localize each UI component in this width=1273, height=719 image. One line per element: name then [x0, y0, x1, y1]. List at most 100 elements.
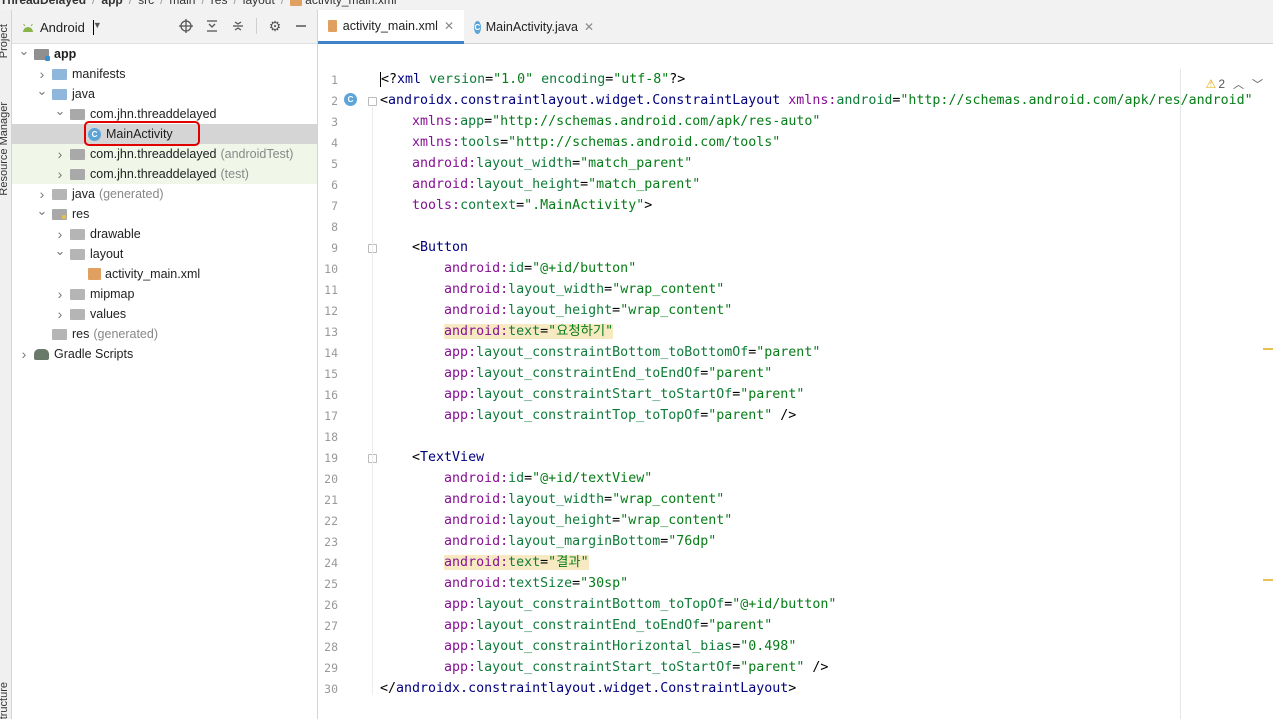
breadcrumb-item[interactable]: activity_main.xml [305, 0, 396, 7]
project-tool-tab[interactable]: Project [0, 24, 10, 58]
code-token: encoding [541, 72, 606, 87]
class-link-icon[interactable]: C [344, 93, 357, 106]
locate-file-icon[interactable] [178, 18, 194, 34]
left-tool-strip: Project Resource Manager Structure [0, 10, 12, 719]
generated-folder-icon [52, 328, 67, 340]
structure-tool-tab[interactable]: Structure [0, 682, 10, 719]
error-stripe-mark[interactable] [1263, 348, 1273, 350]
collapse-all-icon[interactable] [230, 18, 246, 34]
expand-all-icon[interactable] [204, 18, 220, 34]
chevron-up-icon[interactable]: ︿ [1233, 76, 1244, 92]
code-token: tools [460, 135, 501, 150]
project-view-selector[interactable]: Android ▼ [22, 20, 102, 35]
line-number: 28 [324, 640, 338, 654]
code-token: version [429, 72, 486, 87]
tree-item-label: java [72, 187, 95, 201]
breadcrumb-item[interactable]: ThreadDelayed [0, 0, 86, 7]
tree-item[interactable]: › manifests [12, 64, 317, 84]
tree-item[interactable]: ⌄ app [12, 43, 317, 64]
code-area[interactable]: <?xml version="1.0" encoding="utf-8"?> <a… [380, 69, 1260, 719]
resource-manager-tool-tab[interactable]: Resource Manager [0, 102, 10, 196]
code-token: android: [444, 261, 509, 276]
tree-item[interactable]: › com.jhn.threaddelayed (androidTest) [12, 144, 317, 164]
breadcrumb-item[interactable]: main [169, 0, 195, 7]
code-line: xmlns:tools="http://schemas.android.com/… [380, 132, 780, 153]
tree-item[interactable]: › com.jhn.threaddelayed (test) [12, 164, 317, 184]
folder-icon [70, 308, 85, 320]
code-token: android: [412, 177, 477, 192]
tree-item[interactable]: › java (generated) [12, 184, 317, 204]
code-line: app:layout_constraintStart_toStartOf="pa… [380, 657, 828, 678]
chevron-right-icon[interactable]: › [36, 186, 48, 202]
tree-item[interactable]: ⌄ java [12, 83, 317, 104]
breadcrumb-item[interactable]: src [138, 0, 154, 7]
gear-icon[interactable]: ⚙ [267, 18, 283, 34]
code-token: "http://schemas.android.com/apk/res/andr… [900, 93, 1253, 108]
tree-item[interactable]: › drawable [12, 224, 317, 244]
tree-item[interactable]: ⌄ com.jhn.threaddelayed [12, 103, 317, 124]
fold-guide [372, 254, 373, 422]
tree-item[interactable]: ›res(generated) [12, 324, 317, 344]
code-line: android:layout_marginBottom="76dp" [380, 531, 716, 552]
code-token: layout_height [508, 303, 613, 318]
chevron-right-icon[interactable]: › [54, 166, 66, 182]
line-number: 4 [331, 136, 338, 150]
code-token: > [788, 681, 797, 696]
tree-item[interactable]: ›activity_main.xml [12, 264, 317, 284]
chevron-down-icon[interactable]: ﹀ [1252, 76, 1263, 92]
tree-item-label: com.jhn.threaddelayed [90, 167, 217, 181]
tab-activity-main-xml[interactable]: activity_main.xml ✕ [318, 10, 464, 44]
close-icon[interactable]: ✕ [584, 20, 594, 34]
chevron-right-icon[interactable]: › [36, 66, 48, 82]
code-line: tools:context=".MainActivity"> [380, 195, 652, 216]
code-token: = [604, 492, 613, 507]
inspection-widget[interactable]: ⚠ 2 ︿ ﹀ [1206, 76, 1263, 92]
tab-mainactivity-java[interactable]: C MainActivity.java ✕ [464, 10, 604, 44]
chevron-down-icon[interactable]: ⌄ [36, 203, 48, 219]
chevron-right-icon[interactable]: › [54, 286, 66, 302]
chevron-right-icon[interactable]: › [54, 306, 66, 322]
code-line: android:textSize="30sp" [380, 573, 628, 594]
tree-item-label: layout [90, 247, 124, 261]
chevron-right-icon[interactable]: › [54, 146, 66, 162]
code-token: layout_width [508, 282, 605, 297]
fold-marker-icon[interactable] [368, 97, 377, 106]
code-line: android:layout_width="wrap_content" [380, 279, 724, 300]
tree-item-label: Gradle Scripts [54, 347, 134, 361]
code-line: app:layout_constraintBottom_toBottomOf="… [380, 342, 820, 363]
class-icon: C [474, 20, 481, 34]
code-token: layout_constraintEnd_toEndOf [476, 366, 701, 381]
breadcrumb-item[interactable]: res [211, 0, 228, 7]
breadcrumb-item[interactable]: layout [243, 0, 275, 7]
breadcrumb-item[interactable]: app [101, 0, 122, 7]
error-stripe-mark[interactable] [1263, 579, 1273, 581]
chevron-right-icon[interactable]: › [18, 346, 30, 362]
xml-file-icon [328, 19, 337, 32]
code-token: <? [381, 72, 398, 87]
code-line: app:layout_constraintHorizontal_bias="0.… [380, 636, 796, 657]
tree-item[interactable]: ›CMainActivity [12, 124, 317, 144]
tree-item[interactable]: › mipmap [12, 284, 317, 304]
chevron-down-icon[interactable]: ⌄ [18, 43, 30, 59]
code-line: android:id="@+id/button" [380, 258, 636, 279]
code-token: layout_constraintBottom_toTopOf [476, 597, 725, 612]
minimize-icon[interactable] [293, 18, 309, 34]
code-line: app:layout_constraintEnd_toEndOf="parent… [380, 615, 772, 636]
tree-item[interactable]: › values [12, 304, 317, 324]
line-number: 17 [324, 409, 338, 423]
tree-item[interactable]: › Gradle Scripts [12, 344, 317, 364]
android-icon [23, 23, 33, 32]
code-token: app: [444, 597, 477, 612]
close-icon[interactable]: ✕ [444, 19, 454, 33]
tree-item[interactable]: ⌄ res [12, 203, 317, 224]
chevron-down-icon[interactable]: ⌄ [54, 103, 66, 119]
tree-item[interactable]: ⌄ layout [12, 243, 317, 264]
chevron-right-icon[interactable]: › [54, 226, 66, 242]
breadcrumb-separator: / [160, 0, 164, 7]
code-token: layout_constraintTop_toTopOf [476, 408, 701, 423]
chevron-down-icon[interactable]: ⌄ [54, 243, 66, 259]
chevron-down-icon[interactable]: ⌄ [36, 83, 48, 99]
